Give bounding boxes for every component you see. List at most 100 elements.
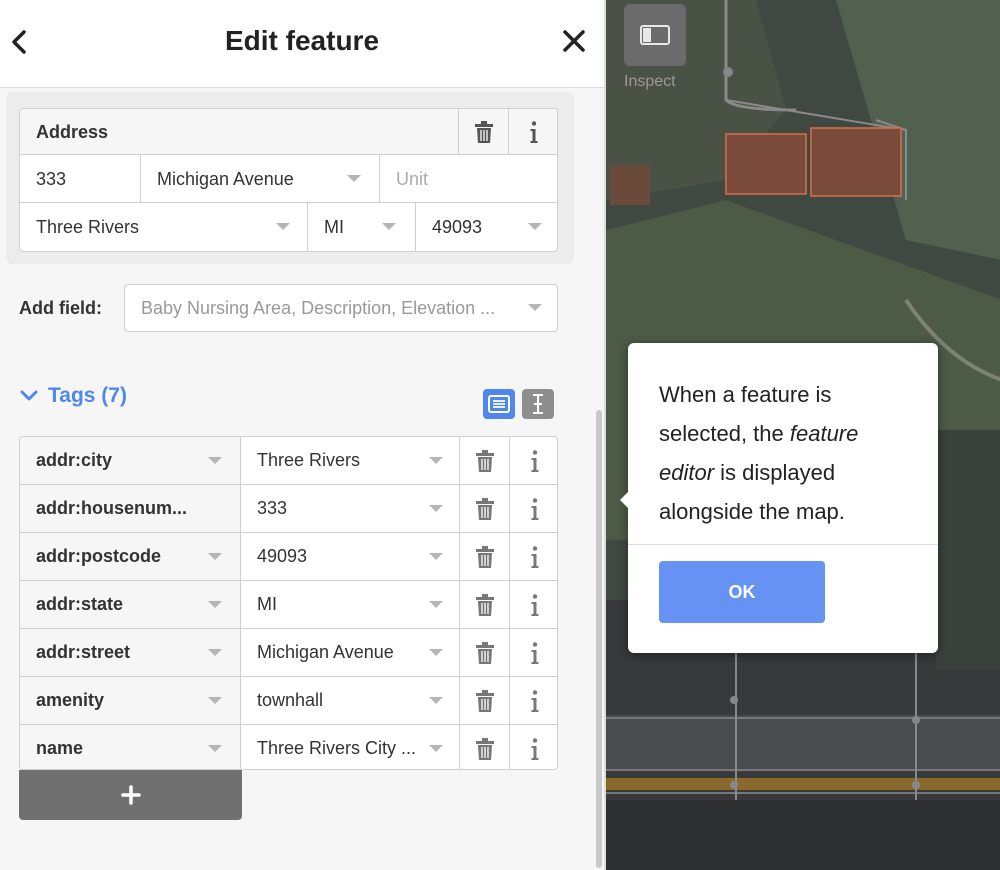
chevron-down-icon [429,697,443,704]
tag-key-input[interactable]: addr:housenum... [20,485,241,532]
list-view-icon [488,395,510,413]
city-combo[interactable]: Three Rivers [20,203,308,251]
street-combo[interactable]: Michigan Avenue [141,155,380,203]
tag-info-button[interactable] [510,629,557,676]
tag-value-input[interactable]: MI [241,581,460,628]
info-icon [531,545,539,568]
housenumber-input[interactable]: 333 [20,155,141,203]
tag-value-text: Three Rivers [257,450,361,470]
tag-value-input[interactable]: Michigan Avenue [241,629,460,676]
address-label: Address [20,109,459,155]
tag-info-button[interactable] [510,485,557,532]
sidebar-header: Edit feature [0,0,604,88]
add-field-label: Add field: [19,298,102,318]
chevron-down-icon [208,649,222,656]
address-field: Address 333 Michigan Avenue Unit Three R… [19,108,558,252]
sidebar-scrollbar[interactable] [596,410,602,868]
chevron-down-icon [429,553,443,560]
chevron-down-icon [20,390,38,401]
text-view-button[interactable] [522,389,554,419]
tag-value-text: MI [257,594,277,614]
tag-key-input[interactable]: name [20,725,241,769]
info-icon [531,737,539,760]
tag-value-input[interactable]: Three Rivers [241,437,460,484]
popup-arrow [620,491,629,509]
trash-icon [475,689,494,712]
trash-icon [475,593,494,616]
tag-row: addr:state MI [20,581,557,629]
tag-editor-table: addr:city Three Rivers addr:housenum... … [19,436,558,770]
popup-divider [628,544,938,545]
chevron-down-icon [429,649,443,656]
unit-input[interactable]: Unit [380,155,557,203]
state-combo[interactable]: MI [308,203,416,251]
tag-value-input[interactable]: 49093 [241,533,460,580]
tag-key-input[interactable]: addr:street [20,629,241,676]
tag-key-input[interactable]: addr:city [20,437,241,484]
tag-delete-button[interactable] [460,677,510,724]
tag-row: addr:postcode 49093 [20,533,557,581]
tags-section-toggle[interactable]: Tags (7) [20,382,127,410]
tag-delete-button[interactable] [460,725,510,769]
tag-value-text: townhall [257,690,324,710]
tag-delete-button[interactable] [460,581,510,628]
info-icon [531,689,539,712]
chevron-down-icon [429,601,443,608]
tag-value-input[interactable]: townhall [241,677,460,724]
trash-icon [475,545,494,568]
feature-editor-sidebar: Edit feature Address 333 Michigan Avenue… [0,0,604,870]
tag-value-input[interactable]: Three Rivers City ... [241,725,460,769]
page-title: Edit feature [224,25,380,56]
tag-row: addr:city Three Rivers [20,437,557,485]
tag-value-input[interactable]: 333 [241,485,460,532]
add-tag-button[interactable] [19,770,242,820]
street-value: Michigan Avenue [157,169,294,189]
inspect-panel-icon [640,25,670,45]
chevron-down-icon [208,457,222,464]
tag-info-button[interactable] [510,677,557,724]
chevron-down-icon [429,505,443,512]
chevron-down-icon [382,223,396,230]
tag-value-text: Michigan Avenue [257,642,394,662]
plus-icon [120,785,141,805]
chevron-down-icon [528,223,542,230]
address-info-button[interactable] [509,109,557,155]
info-icon [531,497,539,520]
tag-info-button[interactable] [510,437,557,484]
inspect-button[interactable] [624,4,686,66]
tag-info-button[interactable] [510,533,557,580]
tag-delete-button[interactable] [460,437,510,484]
tag-delete-button[interactable] [460,485,510,532]
tag-row: amenity townhall [20,677,557,725]
tag-key-text: addr:postcode [36,546,162,566]
info-icon [531,641,539,664]
chevron-down-icon [429,457,443,464]
chevron-down-icon [208,553,222,560]
trash-icon [475,497,494,520]
add-field-input[interactable]: Baby Nursing Area, Description, Elevatio… [124,284,558,332]
chevron-down-icon [276,223,290,230]
chevron-down-icon [208,601,222,608]
postcode-combo[interactable]: 49093 [416,203,557,251]
info-icon [530,120,538,143]
tag-delete-button[interactable] [460,533,510,580]
tag-delete-button[interactable] [460,629,510,676]
tag-info-button[interactable] [510,725,557,769]
postcode-value: 49093 [432,217,483,237]
tag-key-input[interactable]: addr:state [20,581,241,628]
popup-message: When a feature is selected, the feature … [659,375,919,531]
ok-button[interactable]: OK [659,561,825,623]
tag-key-input[interactable]: amenity [20,677,241,724]
inspect-label: Inspect [624,73,676,90]
tag-key-input[interactable]: addr:postcode [20,533,241,580]
tag-key-text: addr:city [36,450,113,470]
list-view-button[interactable] [483,389,515,419]
text-cursor-icon [533,394,543,414]
tag-info-button[interactable] [510,581,557,628]
tag-row: name Three Rivers City ... [20,725,557,769]
trash-icon [475,641,494,664]
trash-icon [474,120,493,143]
address-delete-button[interactable] [459,109,509,155]
close-button[interactable] [560,24,588,58]
tag-key-text: amenity [36,690,105,710]
